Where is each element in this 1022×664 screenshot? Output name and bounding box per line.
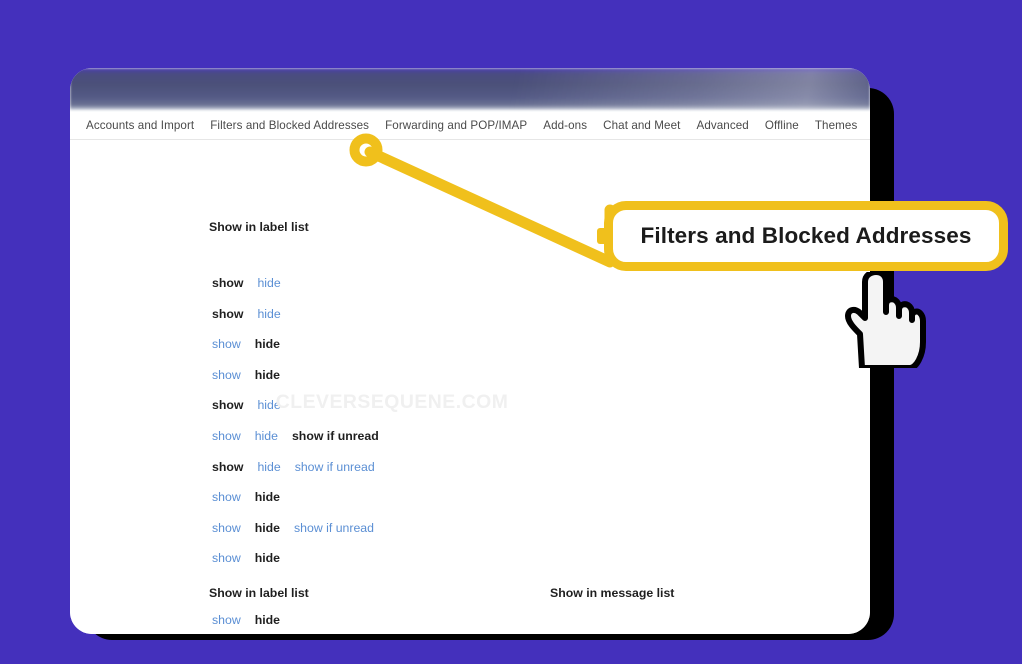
label-visibility-option-show[interactable]: show [212, 337, 241, 351]
label-visibility-option-hide[interactable]: hide [257, 276, 280, 290]
label-visibility-option-show[interactable]: show [212, 429, 241, 443]
tab-forwarding-and-pop-imap[interactable]: Forwarding and POP/IMAP [377, 113, 535, 139]
visibility-row: show hide show if unread [212, 521, 374, 535]
tab-filters-and-blocked-addresses[interactable]: Filters and Blocked Addresses [202, 113, 377, 139]
tab-chat-and-meet[interactable]: Chat and Meet [595, 113, 688, 139]
label-visibility-option-hide[interactable]: hide [255, 429, 278, 443]
window-chrome-sheen [70, 68, 870, 110]
label-visibility-option-show[interactable]: show [212, 307, 243, 321]
label-visibility-option-hide[interactable]: hide [255, 368, 280, 382]
label-visibility-option-show[interactable]: show [212, 368, 241, 382]
visibility-row: show hide [212, 551, 280, 565]
section-heading-show-in-message-list: Show in message list [550, 586, 675, 600]
label-visibility-option-show[interactable]: show [212, 398, 243, 412]
label-visibility-option-show-if-unread[interactable]: show if unread [295, 460, 375, 474]
label-visibility-option-hide[interactable]: hide [257, 398, 280, 412]
label-visibility-option-show[interactable]: show [212, 613, 241, 627]
label-visibility-option-show-if-unread[interactable]: show if unread [294, 521, 374, 535]
label-visibility-option-hide[interactable]: hide [257, 307, 280, 321]
visibility-row: show hide [212, 337, 280, 351]
callout-label: Filters and Blocked Addresses [640, 223, 972, 248]
tab-accounts-and-import[interactable]: Accounts and Import [78, 113, 202, 139]
label-visibility-option-hide[interactable]: hide [257, 460, 280, 474]
visibility-row: show hide [212, 398, 281, 412]
label-visibility-option-hide[interactable]: hide [255, 490, 280, 504]
visibility-row: show hide show if unread [212, 429, 379, 443]
visibility-row: show hide show if unread [212, 460, 375, 474]
visibility-row: show hide [212, 276, 281, 290]
label-visibility-option-show[interactable]: show [212, 521, 241, 535]
settings-tab-strip: Accounts and Import Filters and Blocked … [70, 112, 870, 140]
section-heading-show-in-label-list-top: Show in label list [209, 220, 309, 234]
tab-offline[interactable]: Offline [757, 113, 807, 139]
visibility-row: show hide [212, 307, 281, 321]
visibility-row: show hide [212, 613, 280, 627]
label-visibility-option-show-if-unread[interactable]: show if unread [292, 429, 379, 443]
visibility-row: show hide [212, 368, 280, 382]
settings-window-card: Accounts and Import Filters and Blocked … [70, 68, 870, 634]
label-visibility-option-show[interactable]: show [212, 490, 241, 504]
tab-themes[interactable]: Themes [807, 113, 865, 139]
section-heading-show-in-label-list-bottom: Show in label list [209, 586, 309, 600]
label-visibility-option-show[interactable]: show [212, 551, 241, 565]
tab-advanced[interactable]: Advanced [688, 113, 756, 139]
label-visibility-option-hide[interactable]: hide [255, 337, 280, 351]
screenshot-stage: Accounts and Import Filters and Blocked … [0, 0, 1022, 664]
annotation-callout: Filters and Blocked Addresses [604, 201, 1008, 271]
label-visibility-option-hide[interactable]: hide [255, 521, 280, 535]
tab-add-ons[interactable]: Add-ons [535, 113, 595, 139]
label-visibility-option-hide[interactable]: hide [255, 551, 280, 565]
label-visibility-option-show[interactable]: show [212, 460, 243, 474]
label-visibility-option-show[interactable]: show [212, 276, 243, 290]
site-watermark: CLEVERSEQUENE.COM [275, 392, 509, 413]
label-visibility-option-hide[interactable]: hide [255, 613, 280, 627]
visibility-row: show hide [212, 490, 280, 504]
